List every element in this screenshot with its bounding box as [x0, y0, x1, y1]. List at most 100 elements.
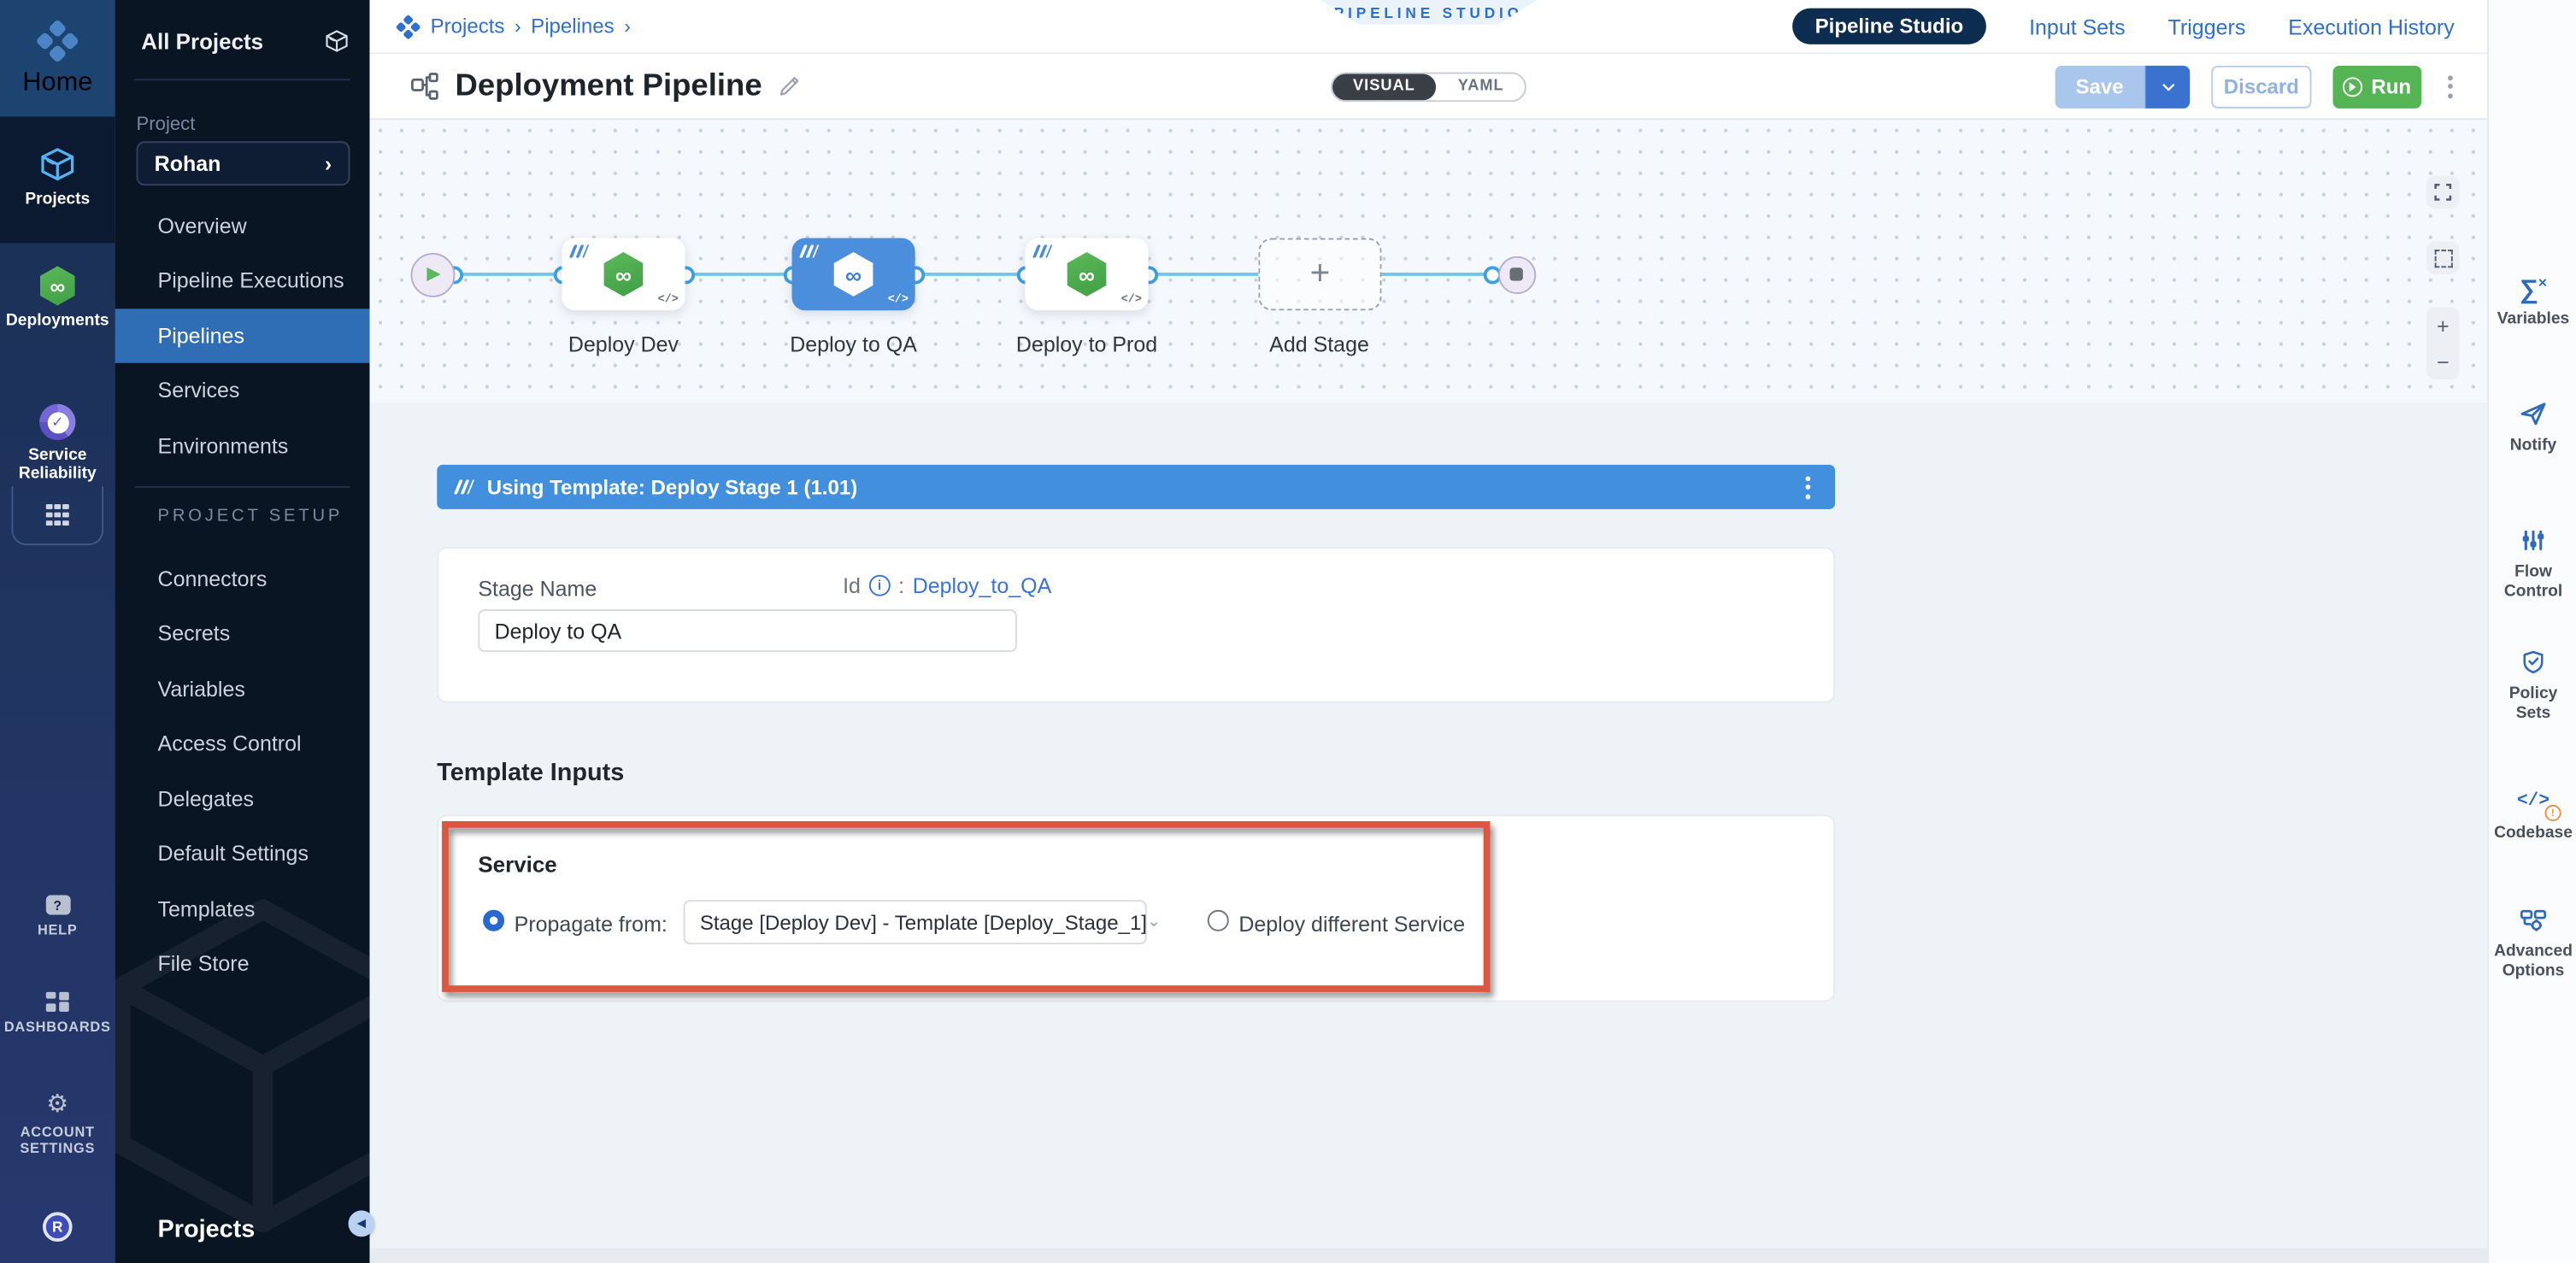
tab-input-sets[interactable]: Input Sets — [2029, 14, 2126, 38]
scale-wrapper: Home Projects ∞ Deployments ✓ Service Re… — [0, 0, 2576, 1263]
stage-label: Deploy Dev — [517, 332, 731, 356]
breadcrumb-projects[interactable]: Projects — [431, 15, 505, 38]
panel-bottom-title: Projects — [158, 1215, 256, 1243]
top-tabs: Pipeline Studio Input Sets Triggers Exec… — [1792, 9, 2487, 44]
deployments-cd-icon: ∞ — [38, 266, 77, 305]
rail-item-notify[interactable]: Notify — [2489, 399, 2576, 456]
zoom-in-button[interactable]: + — [2437, 314, 2450, 336]
toggle-yaml[interactable]: YAML — [1437, 73, 1526, 100]
all-projects-link[interactable]: All Projects — [141, 16, 350, 66]
chevron-right-icon: › — [624, 15, 631, 38]
user-avatar[interactable]: R — [43, 1212, 73, 1242]
sidebar-item-help[interactable]: ? HELP — [0, 895, 115, 937]
module-browser-button[interactable] — [11, 486, 103, 545]
dashboards-icon — [46, 992, 68, 1011]
pipeline-canvas[interactable]: ▶ ∞ </> ∞ </> ∞ </> + Deploy Dev — [369, 120, 2487, 402]
template-icon — [1032, 244, 1053, 257]
chevron-down-icon: ⌄ — [1147, 913, 1161, 931]
template-icon — [799, 244, 820, 257]
id-separator: : — [898, 573, 904, 598]
pipeline-studio-badge: PIPELINE STUDIO — [1320, 0, 1537, 25]
rail-item-label: Flow Control — [2497, 563, 2570, 602]
sidebar-item-home[interactable]: Home — [0, 0, 115, 116]
rail-item-label: Variables — [2497, 310, 2569, 330]
fullscreen-button[interactable] — [2426, 176, 2459, 209]
cd-stage-icon: ∞ — [1065, 252, 1109, 297]
home-harness-icon — [36, 19, 79, 62]
save-button[interactable]: Save — [2056, 65, 2144, 108]
nav-item-delegates[interactable]: Delegates — [115, 771, 370, 825]
nav-item-variables[interactable]: Variables — [115, 661, 370, 716]
stage-config-panel: Using Template: Deploy Stage 1 (1.01) St… — [369, 402, 2487, 1263]
selection-mode-button[interactable] — [2426, 242, 2459, 274]
using-template-text: Using Template: Deploy Stage 1 (1.01) — [487, 475, 858, 498]
nav-item-services[interactable]: Services — [115, 363, 370, 418]
sidebar-item-deployments[interactable]: ∞ Deployments — [0, 266, 115, 330]
rail-item-codebase[interactable]: </> ! Codebase — [2489, 787, 2576, 844]
play-circle-icon — [2344, 76, 2363, 96]
template-icon — [569, 244, 590, 257]
sidebar-item-label: Service Reliability — [9, 447, 107, 483]
cube-watermark — [91, 853, 436, 1263]
save-split-button: Save — [2056, 65, 2191, 108]
toggle-visual[interactable]: VISUAL — [1332, 73, 1437, 100]
stage-node-deploy-to-prod[interactable]: ∞ </> — [1025, 238, 1148, 311]
rail-item-policy-sets[interactable]: Policy Sets — [2489, 647, 2576, 724]
stage-id-value[interactable]: Deploy_to_QA — [913, 573, 1052, 598]
rail-item-advanced-options[interactable]: Advanced Options — [2489, 905, 2576, 982]
tab-pipeline-studio[interactable]: Pipeline Studio — [1792, 9, 1986, 44]
stage-name-input[interactable] — [478, 609, 1016, 652]
deploy-different-service-label[interactable]: Deploy different Service — [1238, 911, 1465, 936]
gear-icon: ⚙ — [46, 1092, 68, 1117]
nav-item-overview[interactable]: Overview — [115, 198, 370, 253]
nav-item-pipeline-executions[interactable]: Pipeline Executions — [115, 253, 370, 308]
nav-item-access-control[interactable]: Access Control — [115, 716, 370, 771]
propagate-stage-select[interactable]: Stage [Deploy Dev] - Template [Deploy_St… — [684, 900, 1147, 944]
deploy-different-service-radio[interactable] — [1208, 910, 1229, 931]
fullscreen-icon — [2433, 182, 2453, 202]
project-selector[interactable]: Rohan › — [137, 141, 350, 185]
zoom-out-button[interactable]: − — [2437, 350, 2450, 372]
sidebar-item-label: Home — [22, 68, 92, 98]
nav-item-pipelines[interactable]: Pipelines — [115, 308, 370, 362]
service-reliability-icon: ✓ — [39, 404, 75, 440]
visual-yaml-toggle: VISUAL YAML — [1330, 72, 1526, 102]
using-template-banner[interactable]: Using Template: Deploy Stage 1 (1.01) — [437, 465, 1835, 509]
nav-item-secrets[interactable]: Secrets — [115, 606, 370, 661]
sidebar-item-projects[interactable]: Projects — [0, 144, 115, 209]
run-button[interactable]: Run — [2333, 65, 2422, 108]
nav-collapse-button[interactable]: ◀ — [349, 1210, 375, 1237]
save-dropdown-button[interactable] — [2144, 65, 2190, 108]
pipeline-end-node[interactable] — [1497, 256, 1535, 293]
nav-item-connectors[interactable]: Connectors — [115, 551, 370, 606]
sidebar-item-account-settings[interactable]: ⚙ ACCOUNT SETTINGS — [0, 1092, 115, 1156]
pipeline-start-node[interactable]: ▶ — [410, 252, 455, 297]
stage-name-card: Stage Name Id i : Deploy_to_QA — [437, 547, 1835, 703]
tab-triggers[interactable]: Triggers — [2168, 14, 2246, 38]
edit-pencil-icon[interactable] — [777, 73, 802, 98]
project-nav-panel: All Projects Project Rohan › Overview Pi… — [115, 0, 370, 1263]
edge-prod-add — [1149, 272, 1259, 276]
template-kebab-menu[interactable] — [1801, 471, 1815, 503]
grid-icon — [46, 504, 68, 526]
cd-stage-icon: ∞ — [832, 252, 876, 297]
stage-node-deploy-to-qa-selected[interactable]: ∞ </> — [791, 238, 915, 311]
nav-item-environments[interactable]: Environments — [115, 418, 370, 473]
project-field-label: Project — [137, 115, 196, 135]
breadcrumb-pipelines[interactable]: Pipelines — [531, 15, 615, 38]
rail-item-flow-control[interactable]: Flow Control — [2489, 526, 2576, 602]
discard-button[interactable]: Discard — [2211, 65, 2311, 108]
propagate-from-label[interactable]: Propagate from: — [515, 911, 668, 936]
studio-right-rail: ∑× Variables Notify Flow Control — [2487, 0, 2576, 1263]
tab-execution-history[interactable]: Execution History — [2288, 14, 2454, 38]
stage-node-deploy-dev[interactable]: ∞ </> — [562, 238, 685, 311]
sidebar-item-dashboards[interactable]: DASHBOARDS — [0, 992, 115, 1034]
header-kebab-menu[interactable] — [2443, 70, 2457, 103]
propagate-from-radio[interactable] — [483, 910, 504, 931]
divider — [135, 486, 350, 488]
sidebar-item-service-reliability[interactable]: ✓ Service Reliability — [0, 404, 115, 483]
add-stage-node[interactable]: + — [1258, 238, 1381, 311]
zoom-controls: + − — [2426, 307, 2459, 379]
notify-paper-plane-icon — [2519, 399, 2549, 429]
rail-item-variables[interactable]: ∑× Variables — [2489, 273, 2576, 330]
